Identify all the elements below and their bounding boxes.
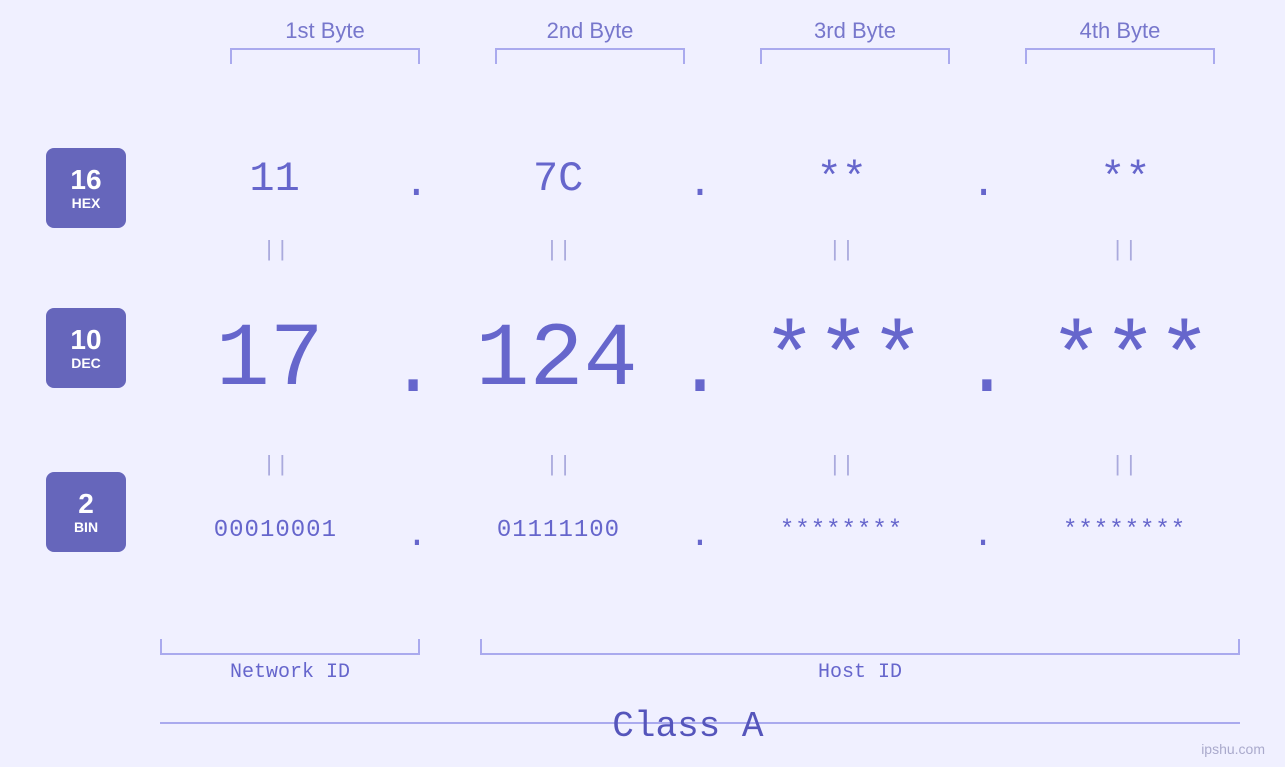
hex-dot-2: . bbox=[687, 160, 712, 208]
dec-row: 17 . 124 . *** . *** bbox=[160, 310, 1240, 412]
hex-val-3: ** bbox=[742, 155, 942, 203]
dec-val-3: *** bbox=[743, 310, 943, 412]
bracket-2 bbox=[495, 48, 685, 64]
bin-row: 00010001 . 01111100 . ******** . *******… bbox=[160, 505, 1240, 556]
bin-dot-3: . bbox=[972, 515, 994, 556]
badge-dec: 10 DEC bbox=[46, 308, 126, 388]
bracket-4 bbox=[1025, 48, 1215, 64]
badge-hex: 16 HEX bbox=[46, 148, 126, 228]
class-label: Class A bbox=[612, 706, 763, 747]
byte-header-4: 4th Byte bbox=[1020, 18, 1220, 44]
eq-dec-bin: || || || || bbox=[160, 453, 1240, 478]
bottom-brackets bbox=[160, 639, 1240, 655]
byte-header-2: 2nd Byte bbox=[490, 18, 690, 44]
hex-row: 11 . 7C . ** . ** bbox=[160, 150, 1240, 208]
bracket-3 bbox=[760, 48, 950, 64]
dec-val-4: *** bbox=[1030, 310, 1230, 412]
hex-dot-1: . bbox=[404, 160, 429, 208]
bin-val-2: 01111100 bbox=[458, 517, 658, 544]
host-bracket bbox=[480, 639, 1240, 655]
dec-dot-3: . bbox=[963, 331, 1011, 411]
bin-dot-2: . bbox=[689, 515, 711, 556]
bin-val-1: 00010001 bbox=[175, 517, 375, 544]
bin-val-4: ******** bbox=[1025, 517, 1225, 544]
main-container: 1st Byte 2nd Byte 3rd Byte 4th Byte 16 H… bbox=[0, 0, 1285, 767]
eq-hex-dec: || || || || bbox=[160, 238, 1240, 263]
network-bracket bbox=[160, 639, 420, 655]
byte-header-1: 1st Byte bbox=[225, 18, 425, 44]
bracket-1 bbox=[230, 48, 420, 64]
byte-headers: 1st Byte 2nd Byte 3rd Byte 4th Byte bbox=[193, 18, 1253, 44]
bottom-labels: Network ID Host ID bbox=[160, 661, 1240, 684]
badge-bin: 2 BIN bbox=[46, 472, 126, 552]
bin-dot-1: . bbox=[406, 515, 428, 556]
watermark: ipshu.com bbox=[1201, 741, 1265, 757]
dec-dot-1: . bbox=[389, 331, 437, 411]
dec-dot-2: . bbox=[676, 331, 724, 411]
host-id-label: Host ID bbox=[480, 661, 1240, 684]
bin-val-3: ******** bbox=[742, 517, 942, 544]
hex-val-1: 11 bbox=[175, 155, 375, 203]
hex-val-2: 7C bbox=[458, 155, 658, 203]
top-brackets bbox=[193, 48, 1253, 64]
values-section: 11 . 7C . ** . ** || || || || 17 . 124 .… bbox=[160, 90, 1265, 677]
network-id-label: Network ID bbox=[160, 661, 420, 684]
bottom-section: Network ID Host ID bbox=[160, 639, 1240, 684]
hex-dot-3: . bbox=[971, 160, 996, 208]
byte-header-3: 3rd Byte bbox=[755, 18, 955, 44]
dec-val-1: 17 bbox=[170, 310, 370, 412]
dec-val-2: 124 bbox=[457, 310, 657, 412]
hex-val-4: ** bbox=[1025, 155, 1225, 203]
